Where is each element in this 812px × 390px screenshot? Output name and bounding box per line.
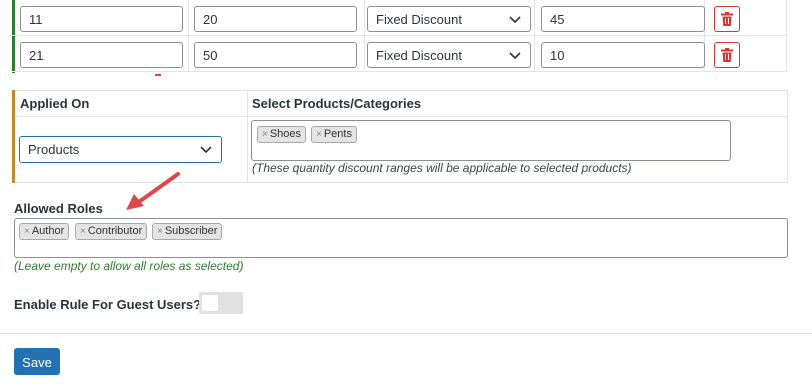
divider bbox=[13, 116, 787, 117]
tag-label: Subscriber bbox=[164, 225, 218, 237]
chevron-down-icon bbox=[509, 52, 521, 60]
error-mark bbox=[155, 74, 161, 76]
remove-icon[interactable]: × bbox=[80, 226, 86, 237]
discount-type-select[interactable]: Fixed Discount bbox=[367, 42, 531, 68]
chevron-down-icon bbox=[509, 16, 521, 24]
range-max-input[interactable]: 50 bbox=[194, 42, 357, 68]
range-max-input[interactable]: 20 bbox=[194, 6, 357, 32]
select-products-header: Select Products/Categories bbox=[252, 96, 422, 111]
discount-type-select[interactable]: Fixed Discount bbox=[367, 6, 531, 32]
delete-row-button[interactable] bbox=[714, 42, 740, 68]
divider bbox=[0, 333, 812, 334]
trash-icon bbox=[721, 12, 733, 26]
annotation-arrow-icon bbox=[126, 172, 180, 210]
product-tag[interactable]: × Shoes bbox=[257, 126, 307, 143]
product-tag[interactable]: × Pents bbox=[311, 126, 357, 143]
divider bbox=[364, 0, 365, 36]
products-multiselect[interactable]: × Shoes × Pents bbox=[251, 120, 731, 161]
roles-help-text: (Leave empty to allow all roles as selec… bbox=[14, 259, 244, 273]
applied-on-select[interactable]: Products bbox=[19, 136, 222, 163]
applied-on-left-border bbox=[12, 90, 15, 183]
applied-on-header: Applied On bbox=[20, 96, 90, 111]
save-button[interactable]: Save bbox=[14, 348, 60, 375]
tag-label: Pents bbox=[323, 128, 352, 140]
discount-value-input[interactable]: 45 bbox=[541, 6, 705, 32]
guest-users-toggle[interactable] bbox=[199, 292, 243, 314]
discount-type-value: Fixed Discount bbox=[376, 48, 462, 63]
divider bbox=[534, 36, 535, 72]
divider bbox=[534, 0, 535, 36]
divider bbox=[188, 0, 189, 36]
role-tag[interactable]: × Contributor bbox=[75, 223, 148, 240]
delete-row-button[interactable] bbox=[714, 6, 740, 32]
tag-label: Contributor bbox=[87, 225, 143, 237]
divider bbox=[247, 91, 248, 182]
role-tag[interactable]: × Author bbox=[19, 223, 70, 240]
guest-users-label: Enable Rule For Guest Users? bbox=[14, 297, 202, 312]
remove-icon[interactable]: × bbox=[24, 226, 30, 237]
range-min-input[interactable]: 21 bbox=[20, 42, 183, 68]
toggle-knob bbox=[202, 295, 218, 311]
range-min-input[interactable]: 11 bbox=[20, 6, 183, 32]
products-help-text: (These quantity discount ranges will be … bbox=[252, 161, 632, 175]
remove-icon[interactable]: × bbox=[157, 226, 163, 237]
remove-icon[interactable]: × bbox=[316, 129, 322, 140]
applied-on-value: Products bbox=[28, 142, 80, 157]
discount-type-value: Fixed Discount bbox=[376, 12, 462, 27]
divider bbox=[188, 36, 189, 72]
remove-icon[interactable]: × bbox=[262, 129, 268, 140]
roles-multiselect[interactable]: × Author × Contributor × Subscriber bbox=[14, 218, 788, 258]
chevron-down-icon bbox=[200, 146, 212, 154]
role-tag[interactable]: × Subscriber bbox=[152, 223, 223, 240]
discount-value-input[interactable]: 10 bbox=[541, 42, 705, 68]
allowed-roles-label: Allowed Roles bbox=[14, 201, 103, 216]
trash-icon bbox=[721, 48, 733, 62]
tag-label: Shoes bbox=[269, 128, 302, 140]
divider bbox=[364, 36, 365, 72]
tag-label: Author bbox=[31, 225, 65, 237]
